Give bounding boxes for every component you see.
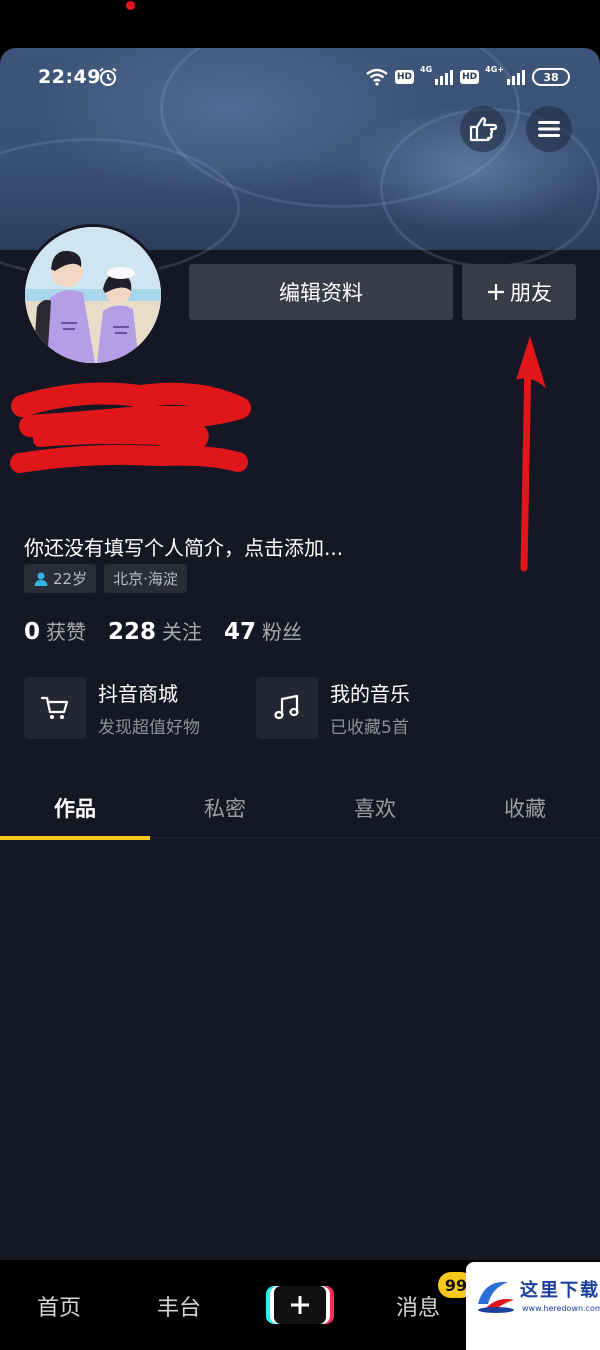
status-time: 22:49 — [38, 66, 101, 88]
shopping-cart-icon — [24, 677, 86, 739]
edit-profile-button[interactable]: 编辑资料 — [189, 264, 453, 320]
likes-count: 0 — [24, 619, 41, 645]
visitor-button[interactable] — [460, 106, 506, 152]
location-tag-label: 北京·海淀 — [113, 570, 178, 588]
likes-stat[interactable]: 0 获赞 — [24, 616, 86, 645]
redacted-username-scribble — [10, 382, 251, 473]
hamburger-menu-icon — [538, 121, 560, 137]
watermark-title: 这里下载 — [520, 1280, 600, 1301]
signal-icon-2 — [507, 70, 525, 85]
couple-avatar-image — [25, 227, 161, 363]
network-label-1: 4G — [420, 65, 433, 74]
following-count: 228 — [108, 619, 157, 645]
top-black-bar — [0, 0, 600, 48]
watermark-logo-icon — [478, 1281, 514, 1313]
plus-icon — [488, 284, 504, 300]
hd-badge-1: HD — [394, 70, 414, 84]
network-label-2: 4G+ — [485, 65, 504, 74]
bio-text[interactable]: 你还没有填写个人简介，点击添加... — [24, 532, 343, 561]
hd-badge-2: HD — [460, 70, 480, 84]
wifi-icon — [366, 68, 388, 86]
nav-follow[interactable]: 丰台 — [157, 1290, 201, 1322]
plus-icon — [291, 1296, 309, 1314]
profile-stats: 0 获赞 228 关注 47 粉丝 — [24, 616, 324, 645]
pointing-hand-icon — [469, 117, 498, 142]
following-label: 关注 — [162, 620, 203, 644]
alarm-clock-icon — [99, 67, 117, 86]
watermark-url: www.heredown.com — [522, 1304, 600, 1313]
likes-label: 获赞 — [46, 620, 87, 644]
followers-label: 粉丝 — [262, 620, 303, 644]
person-icon — [34, 572, 48, 586]
mall-subtitle: 发现超值好物 — [98, 718, 200, 738]
status-bar: 22:49 HD 4G HD 4G+ 38 — [0, 48, 600, 106]
music-title: 我的音乐 — [330, 682, 410, 706]
age-tag: 22岁 — [24, 564, 97, 593]
profile-screen: 22:49 HD 4G HD 4G+ 38 编辑资料 朋友 你还没有填写个人简介… — [0, 48, 600, 1350]
my-music-entry[interactable]: 我的音乐 已收藏5首 — [256, 676, 410, 740]
followers-count: 47 — [224, 619, 257, 645]
create-post-button[interactable] — [270, 1286, 330, 1324]
avatar[interactable] — [22, 224, 164, 366]
mall-title: 抖音商城 — [98, 682, 178, 706]
music-note-icon — [256, 677, 318, 739]
tab-favorites[interactable]: 收藏 — [450, 778, 600, 838]
menu-button[interactable] — [526, 106, 572, 152]
age-tag-label: 22岁 — [53, 570, 88, 588]
status-indicators: HD 4G HD 4G+ 38 — [365, 66, 570, 88]
nav-home[interactable]: 首页 — [37, 1290, 81, 1322]
douyin-mall-entry[interactable]: 抖音商城 发现超值好物 — [24, 676, 200, 740]
tab-private[interactable]: 私密 — [150, 778, 300, 838]
profile-tags: 22岁 北京·海淀 — [24, 564, 187, 593]
followers-stat[interactable]: 47 粉丝 — [224, 616, 302, 645]
content-tabs: 作品 私密 喜欢 收藏 — [0, 778, 600, 840]
following-stat[interactable]: 228 关注 — [108, 616, 202, 645]
add-friend-label: 朋友 — [510, 281, 552, 305]
tab-likes[interactable]: 喜欢 — [300, 778, 450, 838]
add-friend-button[interactable]: 朋友 — [462, 264, 576, 320]
red-annotation-arrow — [516, 336, 546, 572]
site-watermark: 这里下载 www.heredown.com — [466, 1262, 600, 1350]
nav-messages[interactable]: 消息 — [396, 1290, 440, 1322]
recording-indicator — [126, 1, 135, 10]
battery-indicator: 38 — [532, 68, 570, 86]
signal-icon-1 — [435, 70, 454, 85]
music-subtitle: 已收藏5首 — [330, 718, 409, 738]
location-tag: 北京·海淀 — [104, 564, 187, 593]
tab-works[interactable]: 作品 — [0, 778, 150, 840]
